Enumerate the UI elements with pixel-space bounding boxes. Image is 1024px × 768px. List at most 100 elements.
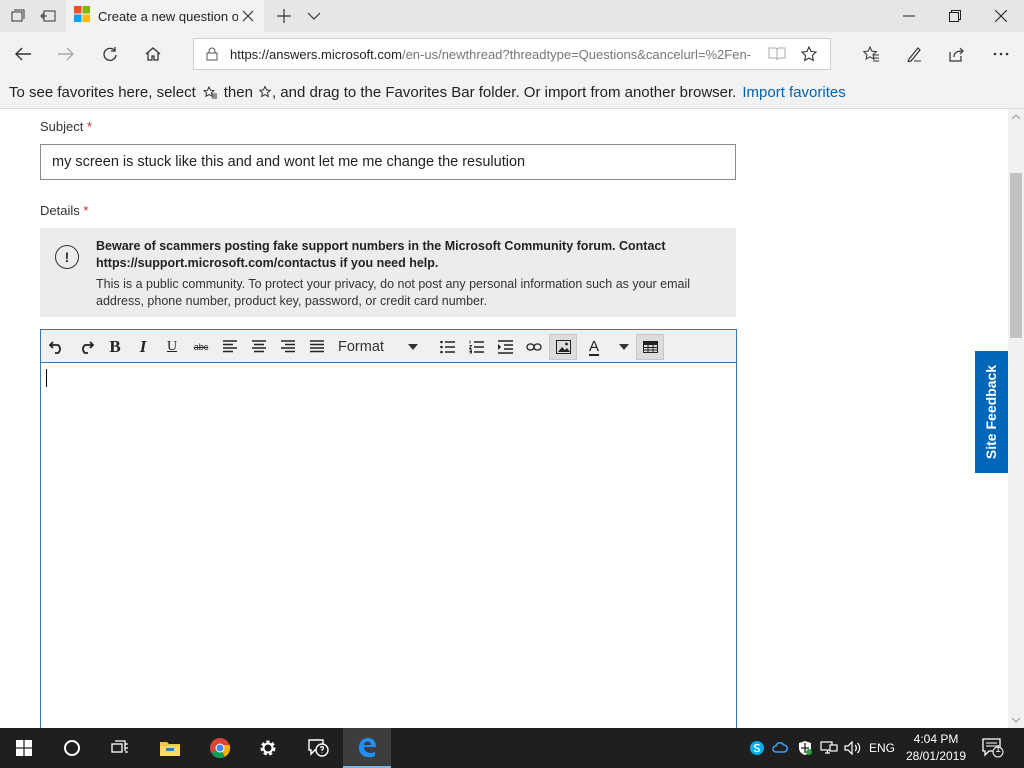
indent-icon[interactable]: [491, 334, 519, 360]
windows-security-shield-icon[interactable]: [796, 738, 814, 758]
import-favorites-link[interactable]: Import favorites: [742, 84, 845, 101]
underline-button[interactable]: U: [158, 334, 186, 360]
required-mark: *: [87, 119, 93, 134]
italic-button[interactable]: I: [129, 334, 157, 360]
windows-taskbar: ENG 4:04 PM 28/01/2019 1: [0, 728, 1024, 768]
clock-date: 28/01/2019: [905, 749, 967, 763]
close-tab-icon[interactable]: [240, 8, 256, 24]
details-label-text: Details: [40, 203, 80, 218]
more-options-icon[interactable]: [985, 38, 1017, 70]
cortana-search-icon[interactable]: [48, 728, 96, 768]
subject-value: my screen is stuck like this and and won…: [52, 154, 526, 170]
home-icon[interactable]: [137, 38, 169, 70]
bulleted-list-icon[interactable]: [433, 334, 461, 360]
rich-text-editor: B I U abc Format A: [40, 329, 737, 728]
add-favorite-star-icon[interactable]: [800, 45, 818, 67]
insert-image-icon[interactable]: [549, 334, 577, 360]
favorites-hub-icon[interactable]: [855, 38, 887, 70]
new-tab-icon[interactable]: [268, 0, 300, 32]
subject-input[interactable]: my screen is stuck like this and and won…: [40, 144, 736, 180]
details-label: Details *: [40, 203, 88, 218]
onedrive-sync-icon[interactable]: [771, 738, 789, 758]
scroll-thumb[interactable]: [1010, 173, 1022, 338]
required-mark: *: [83, 203, 89, 218]
font-color-dropdown-icon[interactable]: [614, 334, 634, 360]
undo-icon[interactable]: [43, 334, 71, 360]
pen-notes-icon[interactable]: [898, 38, 930, 70]
star-icon: [258, 86, 271, 98]
tab-active[interactable]: Create a new question or start a discuss…: [66, 0, 264, 32]
format-dropdown[interactable]: Format: [332, 334, 430, 360]
insert-table-icon[interactable]: [636, 334, 664, 360]
align-left-icon[interactable]: [216, 334, 244, 360]
exclamation-circle-icon: !: [55, 245, 79, 269]
chrome-icon[interactable]: [196, 728, 244, 768]
favorites-bar: To see favorites here, select then , and…: [0, 76, 1024, 109]
favorites-message-part-3: , and drag to the Favorites Bar folder. …: [271, 83, 737, 101]
editor-content-area[interactable]: [41, 363, 736, 728]
align-center-icon[interactable]: [245, 334, 273, 360]
lock-icon: [206, 47, 218, 66]
align-right-icon[interactable]: [274, 334, 302, 360]
favorites-hub-star-icon: [202, 85, 217, 99]
language-indicator[interactable]: ENG: [867, 738, 897, 758]
numbered-list-icon[interactable]: [462, 334, 490, 360]
tab-title: Create a new question or start a discuss…: [98, 8, 238, 24]
skype-icon[interactable]: [748, 738, 766, 758]
font-color-button[interactable]: A: [578, 334, 610, 360]
exclamation-glyph: !: [64, 249, 70, 265]
volume-icon[interactable]: [843, 738, 863, 758]
chevron-down-icon: [408, 344, 418, 350]
network-icon[interactable]: [819, 738, 839, 758]
set-tabs-aside-icon[interactable]: [32, 0, 64, 32]
tab-bar: Create a new question or start a discuss…: [0, 0, 1024, 32]
font-color-letter: A: [588, 337, 599, 356]
privacy-notice-text: This is a public community. To protect y…: [96, 277, 691, 308]
scroll-down-icon[interactable]: [1008, 712, 1024, 728]
close-window-icon[interactable]: [978, 0, 1024, 32]
warning-bold-text: Beware of scammers posting fake support …: [96, 239, 666, 270]
format-dropdown-label: Format: [338, 339, 384, 355]
system-clock[interactable]: 4:04 PM 28/01/2019: [898, 728, 974, 768]
subject-label: Subject *: [40, 119, 92, 134]
minimize-icon[interactable]: [886, 0, 932, 32]
page-content: Subject * my screen is stuck like this a…: [0, 109, 1008, 728]
page-scrollbar[interactable]: [1008, 109, 1024, 728]
task-view-icon[interactable]: [96, 728, 144, 768]
editor-toolbar: B I U abc Format A: [41, 330, 736, 363]
scam-warning-box: ! Beware of scammers posting fake suppor…: [40, 228, 736, 317]
notification-count: 1: [995, 744, 1001, 755]
link-icon[interactable]: [520, 334, 548, 360]
clock-time: 4:04 PM: [913, 732, 959, 746]
windows-start-icon[interactable]: [0, 728, 48, 768]
back-icon[interactable]: [7, 38, 39, 70]
scroll-up-icon[interactable]: [1008, 109, 1024, 125]
restore-icon[interactable]: [932, 0, 978, 32]
forward-icon[interactable]: [50, 38, 82, 70]
site-feedback-label: Site Feedback: [983, 364, 1000, 460]
file-explorer-icon[interactable]: [146, 728, 194, 768]
action-center-icon[interactable]: 1: [980, 737, 1006, 759]
favorites-message-part-1: To see favorites here, select: [9, 83, 196, 101]
tab-preview-icon[interactable]: [2, 0, 34, 32]
site-feedback-button[interactable]: Site Feedback: [975, 351, 1008, 473]
share-icon[interactable]: [941, 38, 973, 70]
settings-gear-icon[interactable]: [244, 728, 292, 768]
url-path: /en-us/newthread?threadtype=Questions&ca…: [401, 46, 751, 62]
reading-view-icon[interactable]: [768, 47, 786, 66]
navigation-bar: https://answers.microsoft.com/en-us/newt…: [0, 32, 1024, 76]
url-host: https://answers.microsoft.com: [230, 46, 402, 62]
url-text: https://answers.microsoft.com/en-us/newt…: [230, 47, 758, 62]
address-bar[interactable]: https://answers.microsoft.com/en-us/newt…: [193, 38, 831, 70]
microsoft-logo-icon: [74, 5, 90, 27]
align-justify-icon[interactable]: [303, 334, 331, 360]
refresh-icon[interactable]: [94, 38, 126, 70]
feedback-hub-icon[interactable]: [294, 728, 342, 768]
text-cursor: [46, 369, 47, 387]
strikethrough-button[interactable]: abc: [187, 334, 215, 360]
subject-label-text: Subject: [40, 119, 84, 134]
tab-list-chevron-icon[interactable]: [298, 0, 330, 32]
edge-browser-icon[interactable]: [343, 728, 391, 768]
bold-button[interactable]: B: [101, 334, 129, 360]
redo-icon[interactable]: [72, 334, 100, 360]
